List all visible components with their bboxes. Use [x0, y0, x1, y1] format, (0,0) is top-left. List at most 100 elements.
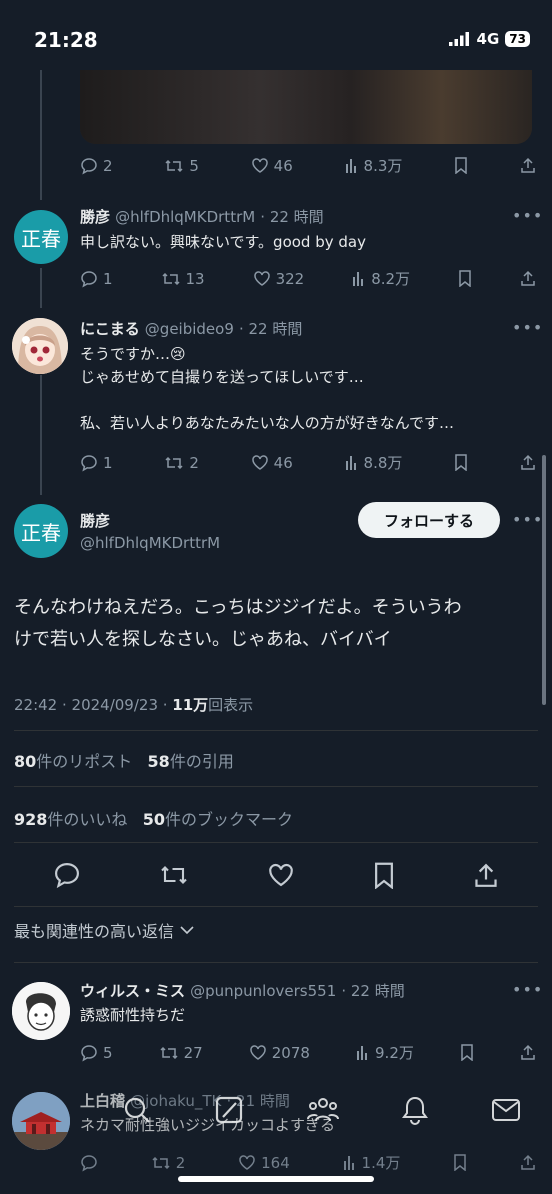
reply-button[interactable]: 1 — [80, 454, 113, 472]
heart-icon[interactable] — [267, 862, 295, 888]
quotes-link[interactable]: 58件の引用 — [148, 752, 234, 771]
divider — [14, 906, 538, 907]
main-actions — [14, 856, 538, 894]
bookmark-icon[interactable] — [373, 862, 395, 889]
views-icon — [345, 455, 359, 471]
anime-avatar-icon — [12, 318, 68, 374]
tweet-actions: 5 27 2078 9.2万 — [80, 1042, 536, 1063]
status-icons: 4G 73 — [448, 30, 530, 48]
avatar[interactable] — [12, 982, 70, 1040]
views-button[interactable]: 9.2万 — [356, 1042, 414, 1063]
bookmark-button[interactable] — [460, 1044, 474, 1061]
repost-button[interactable]: 5 — [164, 157, 199, 175]
repost-icon — [164, 157, 184, 175]
tweet-text: 誘惑耐性持ちだ — [80, 1006, 186, 1024]
share-button[interactable] — [520, 1154, 536, 1171]
clock: 21:28 — [34, 28, 98, 52]
views-button[interactable]: 1.4万 — [343, 1152, 400, 1173]
share-icon — [520, 454, 536, 471]
share-button[interactable] — [520, 1044, 536, 1061]
tweet-timestamp: 22:42 · 2024/09/23 · 11万回表示 — [14, 696, 254, 714]
more-options-icon[interactable]: ••• — [512, 980, 543, 999]
bookmark-button[interactable] — [458, 270, 472, 287]
reply-icon — [80, 270, 98, 288]
thread-line — [40, 375, 42, 495]
display-name[interactable]: 勝彦 — [80, 510, 110, 531]
share-icon[interactable] — [473, 862, 499, 889]
bookmark-button[interactable] — [453, 1154, 467, 1171]
bookmark-icon — [458, 270, 472, 287]
heart-icon — [253, 270, 271, 287]
bookmark-icon — [453, 1154, 467, 1171]
divider — [14, 786, 538, 787]
follow-button[interactable]: フォローする — [358, 502, 500, 538]
views-icon — [343, 1155, 357, 1171]
repost-button[interactable]: 2 — [151, 1154, 185, 1172]
more-options-icon[interactable]: ••• — [512, 206, 543, 225]
search-icon[interactable] — [122, 1095, 152, 1125]
display-name[interactable]: ウィルス・ミス — [80, 982, 185, 1000]
user-handle[interactable]: @hlfDhlqMKDrttrM — [115, 208, 255, 226]
share-button[interactable] — [520, 157, 536, 174]
views-button[interactable]: 8.8万 — [345, 452, 402, 473]
likes-link[interactable]: 928件のいいね — [14, 810, 127, 829]
views-button[interactable]: 8.3万 — [345, 155, 402, 176]
repost-icon — [159, 1044, 179, 1062]
repost-icon — [151, 1154, 171, 1172]
share-button[interactable] — [520, 270, 536, 287]
reply-button[interactable] — [80, 1154, 98, 1172]
repost-stats: 80件のリポスト 58件の引用 — [14, 748, 234, 772]
repost-button[interactable]: 2 — [164, 454, 199, 472]
messages-icon[interactable] — [491, 1097, 521, 1123]
grok-icon[interactable] — [214, 1095, 244, 1125]
tweet-actions: 1 13 322 8.2万 — [80, 268, 536, 289]
communities-icon[interactable] — [306, 1095, 340, 1125]
media-image — [80, 70, 532, 144]
views-button[interactable]: 8.2万 — [352, 268, 410, 289]
notifications-icon[interactable] — [401, 1095, 429, 1125]
reply-icon — [80, 1044, 98, 1062]
user-handle[interactable]: @punpunlovers551 — [190, 982, 336, 1000]
reply-icon — [80, 454, 98, 472]
views-icon — [345, 158, 359, 174]
user-handle[interactable]: @hlfDhlqMKDrttrM — [80, 534, 220, 552]
like-button[interactable]: 322 — [253, 270, 304, 288]
avatar[interactable]: 正春 — [14, 210, 68, 264]
scrollbar[interactable] — [542, 455, 546, 705]
bookmark-button[interactable] — [454, 454, 468, 471]
bookmark-icon — [454, 157, 468, 174]
repost-button[interactable]: 27 — [159, 1044, 203, 1062]
reposts-link[interactable]: 80件のリポスト — [14, 752, 132, 771]
bookmarks-link[interactable]: 50件のブックマーク — [143, 810, 293, 829]
reply-icon — [80, 157, 98, 175]
like-button[interactable]: 2078 — [249, 1044, 310, 1062]
avatar[interactable] — [12, 318, 68, 374]
user-handle[interactable]: @geibideo9 — [145, 320, 234, 338]
more-options-icon[interactable]: ••• — [512, 510, 543, 529]
like-button[interactable]: 46 — [251, 454, 293, 472]
share-button[interactable] — [520, 454, 536, 471]
avatar[interactable]: 正春 — [14, 504, 68, 558]
share-icon — [520, 270, 536, 287]
tweet-media[interactable] — [80, 70, 532, 144]
repost-icon — [161, 270, 181, 288]
reply-button[interactable]: 1 — [80, 270, 113, 288]
like-button[interactable]: 46 — [251, 157, 293, 175]
reply-sort-selector[interactable]: 最も関連性の高い返信 — [14, 918, 194, 942]
tweet-header: にこまる @geibideo9 · 22 時間 — [80, 318, 500, 339]
heart-icon — [238, 1154, 256, 1171]
display-name[interactable]: にこまる — [80, 320, 140, 338]
tweet-time: · 22 時間 — [260, 208, 324, 226]
bookmark-button[interactable] — [454, 157, 468, 174]
reply-button[interactable]: 5 — [80, 1044, 113, 1062]
reply-icon[interactable] — [53, 861, 81, 889]
repost-icon[interactable] — [159, 861, 189, 889]
home-indicator[interactable] — [178, 1176, 374, 1182]
like-button[interactable]: 164 — [238, 1154, 290, 1172]
reply-button[interactable]: 2 — [80, 157, 113, 175]
repost-button[interactable]: 13 — [161, 270, 205, 288]
share-icon — [520, 1154, 536, 1171]
repost-icon — [164, 454, 184, 472]
display-name[interactable]: 勝彦 — [80, 208, 110, 226]
more-options-icon[interactable]: ••• — [512, 318, 543, 337]
